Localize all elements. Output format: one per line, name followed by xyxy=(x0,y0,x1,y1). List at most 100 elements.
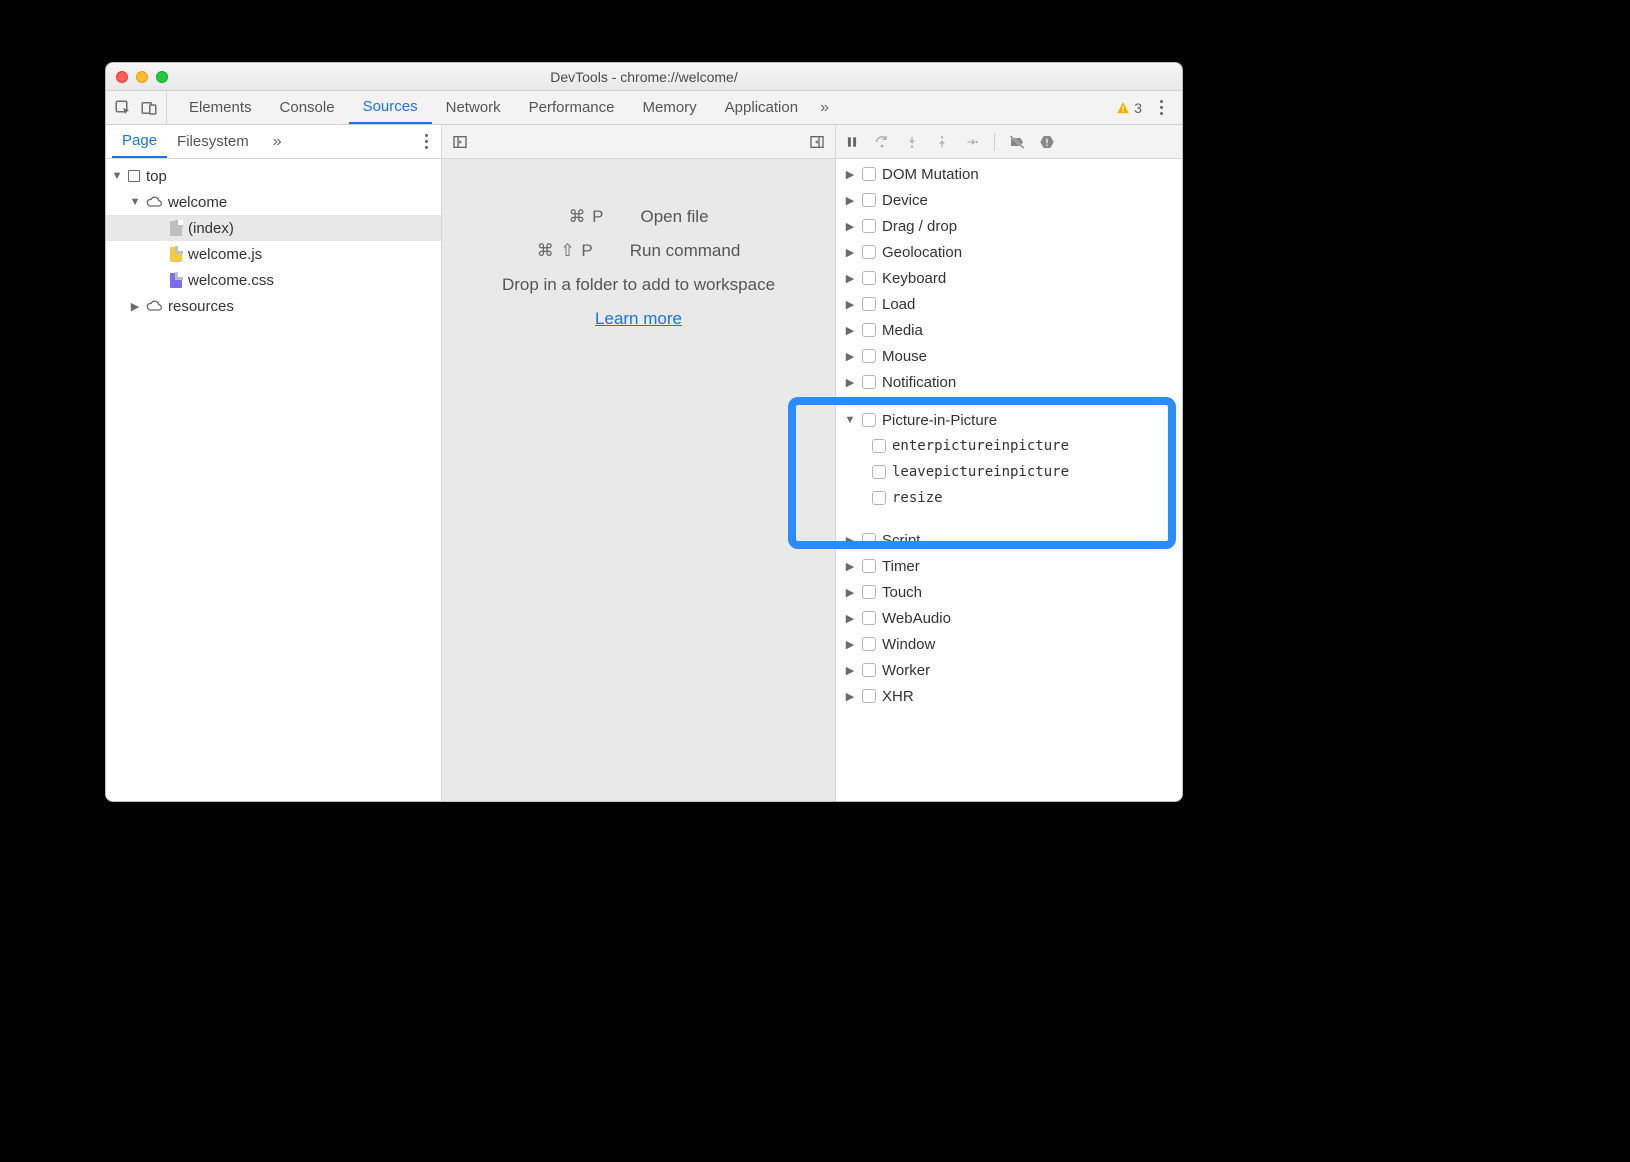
checkbox[interactable] xyxy=(862,297,876,311)
tab-application[interactable]: Application xyxy=(711,91,812,124)
checkbox[interactable] xyxy=(862,349,876,363)
checkbox[interactable] xyxy=(862,663,876,677)
checkbox[interactable] xyxy=(862,585,876,599)
breakpoint-category[interactable]: ▶Device xyxy=(836,187,1182,213)
tab-console[interactable]: Console xyxy=(266,91,349,124)
minimize-icon[interactable] xyxy=(136,71,148,83)
pause-on-exceptions-icon[interactable] xyxy=(1037,132,1057,152)
breakpoint-category[interactable]: ▶Window xyxy=(836,631,1182,657)
tab-performance[interactable]: Performance xyxy=(515,91,629,124)
breakpoint-category[interactable]: ▶Geolocation xyxy=(836,239,1182,265)
step-over-icon[interactable] xyxy=(872,132,892,152)
breakpoint-category[interactable]: ▶Notification xyxy=(836,369,1182,395)
checkbox[interactable] xyxy=(862,637,876,651)
breakpoint-category[interactable]: ▶Load xyxy=(836,291,1182,317)
subtab-filesystem[interactable]: Filesystem xyxy=(167,125,259,158)
checkbox[interactable] xyxy=(862,271,876,285)
tab-sources[interactable]: Sources xyxy=(349,91,432,124)
category-label: Keyboard xyxy=(882,270,946,287)
category-label: DOM Mutation xyxy=(882,166,979,183)
breakpoint-category-pip[interactable]: ▼Picture-in-Picture xyxy=(836,407,1182,433)
category-label: Worker xyxy=(882,662,930,679)
tree-item-welcome-css[interactable]: ▸ welcome.css xyxy=(106,267,441,293)
tree-label: top xyxy=(146,168,167,185)
checkbox[interactable] xyxy=(862,375,876,389)
show-debugger-icon[interactable] xyxy=(807,132,827,152)
js-file-icon xyxy=(170,247,182,262)
devtools-window: DevTools - chrome://welcome/ Elements Co… xyxy=(105,62,1183,802)
checkbox[interactable] xyxy=(862,193,876,207)
tabstrip-left-tools xyxy=(112,91,167,124)
devtools-tabstrip: Elements Console Sources Network Perform… xyxy=(106,91,1182,125)
zoom-icon[interactable] xyxy=(156,71,168,83)
navigator-subtabs: Page Filesystem » xyxy=(106,125,441,159)
subtab-overflow-icon[interactable]: » xyxy=(263,125,292,158)
checkbox[interactable] xyxy=(862,167,876,181)
breakpoint-category[interactable]: ▶Media xyxy=(836,317,1182,343)
panel-tabs: Elements Console Sources Network Perform… xyxy=(175,91,1110,124)
subtab-page[interactable]: Page xyxy=(112,125,167,158)
checkbox[interactable] xyxy=(862,689,876,703)
step-icon[interactable] xyxy=(962,132,982,152)
breakpoint-category[interactable]: ▶XHR xyxy=(836,683,1182,709)
checkbox[interactable] xyxy=(862,559,876,573)
tab-memory[interactable]: Memory xyxy=(629,91,711,124)
event-label: leavepictureinpicture xyxy=(892,464,1069,480)
breakpoint-category[interactable]: ▶Drag / drop xyxy=(836,213,1182,239)
tabs-overflow-icon[interactable]: » xyxy=(812,91,837,124)
checkbox[interactable] xyxy=(872,491,886,505)
show-navigator-icon[interactable] xyxy=(450,132,470,152)
device-toolbar-icon[interactable] xyxy=(138,97,160,119)
hint-run-command: ⌘ ⇧ P Run command xyxy=(537,241,741,261)
inspect-element-icon[interactable] xyxy=(112,97,134,119)
checkbox[interactable] xyxy=(862,533,876,547)
tree-item-welcome[interactable]: ▼ welcome xyxy=(106,189,441,215)
learn-more-link[interactable]: Learn more xyxy=(595,309,682,329)
tree-label: welcome.css xyxy=(188,272,274,289)
tab-elements[interactable]: Elements xyxy=(175,91,266,124)
tree-item-index[interactable]: ▸ (index) xyxy=(106,215,441,241)
category-label: Mouse xyxy=(882,348,927,365)
tab-network[interactable]: Network xyxy=(432,91,515,124)
breakpoint-item[interactable]: leavepictureinpicture xyxy=(836,459,1182,485)
category-label: Window xyxy=(882,636,935,653)
checkbox[interactable] xyxy=(862,611,876,625)
breakpoint-category[interactable]: ▶Script xyxy=(836,527,1182,553)
hint-label: Run command xyxy=(630,241,741,261)
breakpoint-item[interactable]: resize xyxy=(836,485,1182,511)
drop-folder-text: Drop in a folder to add to workspace xyxy=(502,275,775,295)
tree-item-resources[interactable]: ▶ resources xyxy=(106,293,441,319)
warnings-badge[interactable]: 3 xyxy=(1116,100,1142,116)
category-label: Device xyxy=(882,192,928,209)
breakpoint-category[interactable]: ▶Mouse xyxy=(836,343,1182,369)
checkbox[interactable] xyxy=(872,439,886,453)
close-icon[interactable] xyxy=(116,71,128,83)
event-label: resize xyxy=(892,490,943,506)
tree-item-welcome-js[interactable]: ▸ welcome.js xyxy=(106,241,441,267)
tree-label: welcome xyxy=(168,194,227,211)
navigator-menu-icon[interactable] xyxy=(417,134,435,149)
file-tree: ▼ top ▼ welcome ▸ (index) ▸ welcome.js xyxy=(106,159,441,323)
checkbox[interactable] xyxy=(872,465,886,479)
cloud-icon xyxy=(146,298,162,314)
tree-item-top[interactable]: ▼ top xyxy=(106,163,441,189)
breakpoint-category[interactable]: ▶Worker xyxy=(836,657,1182,683)
breakpoint-category[interactable]: ▶DOM Mutation xyxy=(836,161,1182,187)
checkbox[interactable] xyxy=(862,413,876,427)
tree-label: welcome.js xyxy=(188,246,262,263)
breakpoint-category[interactable]: ▶Touch xyxy=(836,579,1182,605)
checkbox[interactable] xyxy=(862,323,876,337)
shortcut-text: ⌘ P xyxy=(568,207,604,227)
checkbox[interactable] xyxy=(862,219,876,233)
checkbox[interactable] xyxy=(862,245,876,259)
step-into-icon[interactable] xyxy=(902,132,922,152)
pause-icon[interactable] xyxy=(842,132,862,152)
category-label: Touch xyxy=(882,584,922,601)
step-out-icon[interactable] xyxy=(932,132,952,152)
deactivate-breakpoints-icon[interactable] xyxy=(1007,132,1027,152)
breakpoint-item[interactable]: enterpictureinpicture xyxy=(836,433,1182,459)
breakpoint-category[interactable]: ▶Keyboard xyxy=(836,265,1182,291)
breakpoint-category[interactable]: ▶Timer xyxy=(836,553,1182,579)
settings-menu-icon[interactable] xyxy=(1152,100,1170,115)
breakpoint-category[interactable]: ▶WebAudio xyxy=(836,605,1182,631)
